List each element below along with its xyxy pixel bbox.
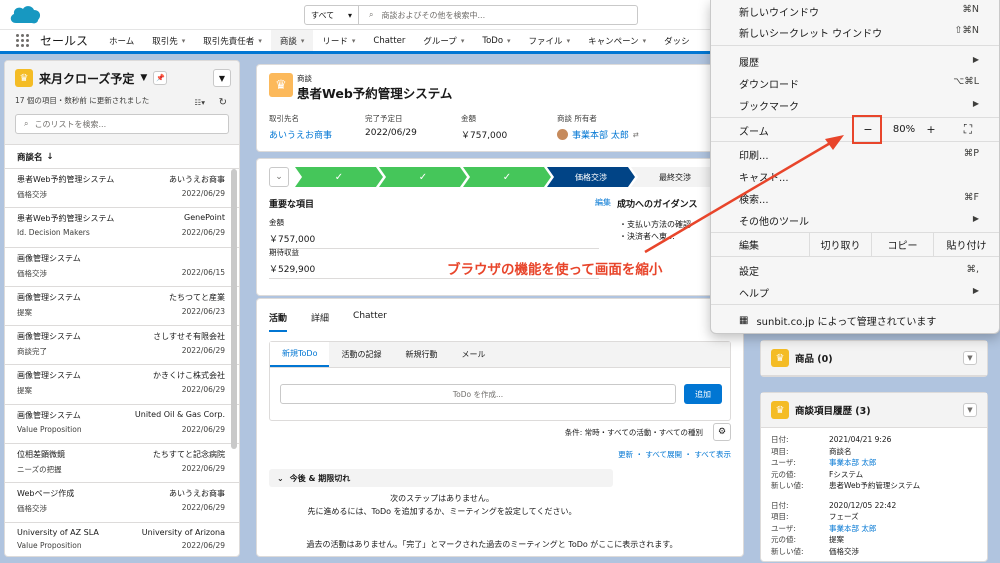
- annotation-arrow-icon: [0, 0, 1000, 557]
- annotation-text: ブラウザの機能を使って画面を縮小: [447, 258, 662, 278]
